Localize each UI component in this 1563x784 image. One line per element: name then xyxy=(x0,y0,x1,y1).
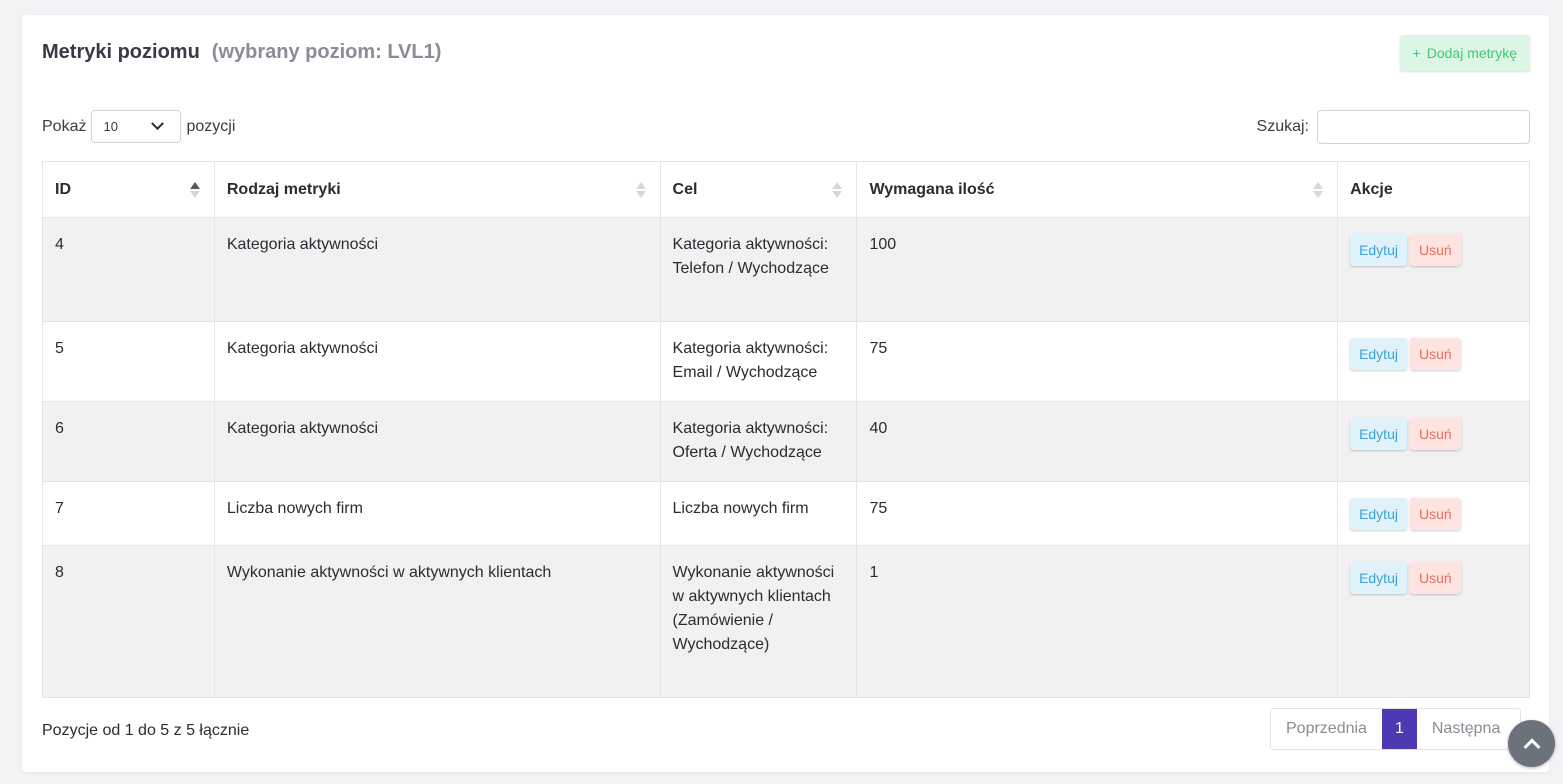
cell-actions: Edytuj Usuń xyxy=(1337,545,1530,698)
cell-actions: Edytuj Usuń xyxy=(1337,321,1530,402)
cell-goal: Liczba nowych firm xyxy=(659,481,858,546)
cell-goal: Kategoria aktywności: Telefon / Wychodzą… xyxy=(659,217,858,322)
cell-id: 7 xyxy=(42,481,215,546)
cell-type: Kategoria aktywności xyxy=(213,401,661,482)
column-header-goal[interactable]: Cel xyxy=(659,161,858,218)
add-metric-button[interactable]: + Dodaj metrykę xyxy=(1399,35,1530,71)
delete-button[interactable]: Usuń xyxy=(1409,562,1461,594)
cell-type: Liczba nowych firm xyxy=(213,481,661,546)
metrics-card: Metryki poziomu (wybrany poziom: LVL1) + … xyxy=(22,15,1549,772)
search-control: Szukaj: xyxy=(1257,110,1530,144)
cell-id: 8 xyxy=(42,545,215,698)
page-size-value: 10 xyxy=(103,119,118,134)
metrics-table: ID Rodzaj metryki Cel Wymagana ilość Akc… xyxy=(42,161,1530,698)
cell-id: 5 xyxy=(42,321,215,402)
column-header-actions: Akcje xyxy=(1337,161,1530,218)
table-row: 5 Kategoria aktywności Kategoria aktywno… xyxy=(42,321,1530,402)
cell-goal: Kategoria aktywności: Oferta / Wychodząc… xyxy=(659,401,858,482)
sort-icon xyxy=(635,181,646,198)
search-input[interactable] xyxy=(1317,110,1530,144)
sort-asc-icon xyxy=(189,181,200,198)
table-row: 7 Liczba nowych firm Liczba nowych firm … xyxy=(42,481,1530,546)
prev-page-button[interactable]: Poprzednia xyxy=(1271,709,1382,749)
next-page-button[interactable]: Następna xyxy=(1416,709,1520,749)
selected-level-subtitle: (wybrany poziom: LVL1) xyxy=(211,41,442,63)
column-header-quantity[interactable]: Wymagana ilość xyxy=(856,161,1339,218)
cell-type: Kategoria aktywności xyxy=(213,321,661,402)
page-title-text: Metryki poziomu xyxy=(42,41,200,63)
pagination: Poprzednia 1 Następna xyxy=(1270,708,1521,750)
page-size-control: Pokaż 10 pozycji xyxy=(42,110,235,143)
edit-button[interactable]: Edytuj xyxy=(1350,338,1407,370)
cell-quantity: 100 xyxy=(856,217,1339,322)
entries-label: pozycji xyxy=(186,117,236,135)
delete-button[interactable]: Usuń xyxy=(1409,234,1461,266)
plus-icon: + xyxy=(1412,45,1421,61)
cell-type: Wykonanie aktywności w aktywnych klienta… xyxy=(213,545,661,698)
delete-button[interactable]: Usuń xyxy=(1409,418,1461,450)
show-label: Pokaż xyxy=(42,117,87,135)
column-header-id[interactable]: ID xyxy=(42,161,215,218)
sort-icon xyxy=(832,181,843,198)
chevron-down-icon xyxy=(151,117,165,131)
cell-quantity: 75 xyxy=(856,321,1339,402)
cell-goal: Wykonanie aktywności w aktywnych klienta… xyxy=(659,545,858,698)
sort-icon xyxy=(1313,181,1324,198)
cell-actions: Edytuj Usuń xyxy=(1337,481,1530,546)
cell-type: Kategoria aktywności xyxy=(213,217,661,322)
cell-id: 6 xyxy=(42,401,215,482)
page-button-1[interactable]: 1 xyxy=(1381,709,1417,749)
cell-quantity: 1 xyxy=(856,545,1339,698)
edit-button[interactable]: Edytuj xyxy=(1350,498,1407,530)
cell-id: 4 xyxy=(42,217,215,322)
page-title: Metryki poziomu (wybrany poziom: LVL1) xyxy=(42,41,441,64)
table-header-row: ID Rodzaj metryki Cel Wymagana ilość Akc… xyxy=(42,161,1530,218)
page-size-select[interactable]: 10 xyxy=(91,110,182,143)
edit-button[interactable]: Edytuj xyxy=(1350,562,1407,594)
table-row: 6 Kategoria aktywności Kategoria aktywno… xyxy=(42,401,1530,482)
scroll-to-top-button[interactable] xyxy=(1508,720,1555,767)
edit-button[interactable]: Edytuj xyxy=(1350,418,1407,450)
edit-button[interactable]: Edytuj xyxy=(1350,234,1407,266)
add-metric-label: Dodaj metrykę xyxy=(1426,45,1517,61)
table-row: 4 Kategoria aktywności Kategoria aktywno… xyxy=(42,217,1530,322)
delete-button[interactable]: Usuń xyxy=(1409,498,1461,530)
cell-goal: Kategoria aktywności: Email / Wychodzące xyxy=(659,321,858,402)
search-label: Szukaj: xyxy=(1256,118,1309,135)
table-info: Pozycje od 1 do 5 z 5 łącznie xyxy=(42,722,250,739)
cell-quantity: 40 xyxy=(856,401,1339,482)
cell-actions: Edytuj Usuń xyxy=(1337,217,1530,322)
column-header-type[interactable]: Rodzaj metryki xyxy=(213,161,661,218)
delete-button[interactable]: Usuń xyxy=(1409,338,1461,370)
cell-actions: Edytuj Usuń xyxy=(1337,401,1530,482)
cell-quantity: 75 xyxy=(856,481,1339,546)
table-row: 8 Wykonanie aktywności w aktywnych klien… xyxy=(42,545,1530,698)
chevron-up-icon xyxy=(1523,737,1540,755)
